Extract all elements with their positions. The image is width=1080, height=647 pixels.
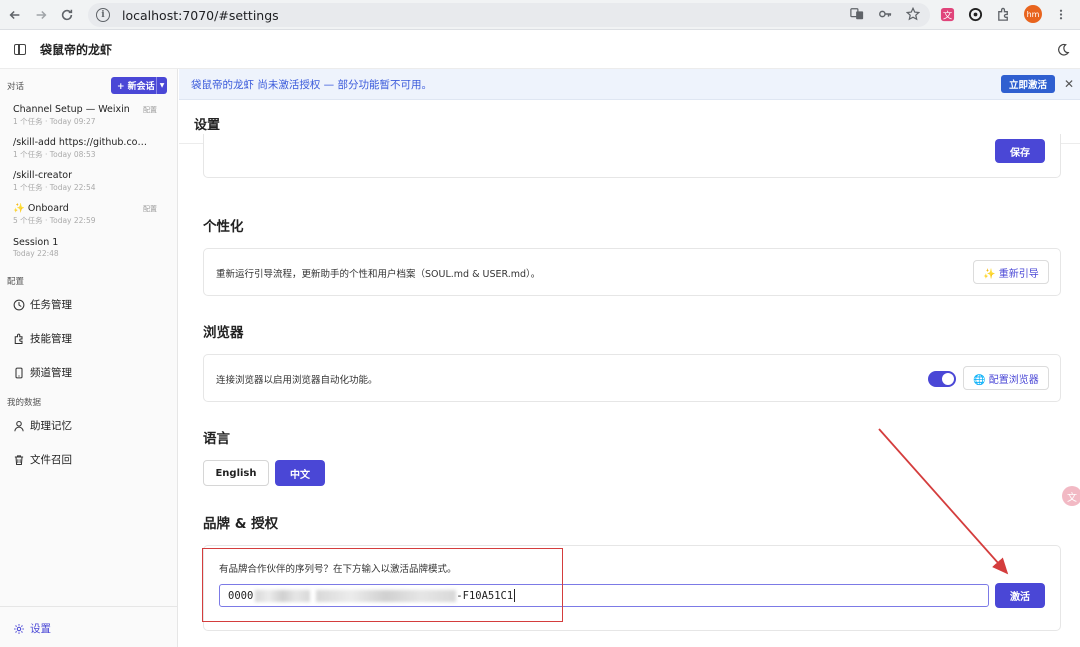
address-bar[interactable]: i localhost:7070/#settings [88,3,930,27]
sidebar-item-channels[interactable]: 频道管理 [13,365,72,380]
browser-description: 连接浏览器以启用浏览器自动化功能。 [216,375,378,386]
browser-menu-icon[interactable] [1055,7,1067,22]
sidebar-toggle-icon[interactable] [14,44,26,55]
language-heading: 语言 [203,431,230,447]
config-section-label: 配置 [7,277,25,287]
gear-icon [14,623,24,634]
new-chat-label: + 新会话 [117,82,155,92]
floating-assistant-icon[interactable]: 文 [1062,486,1080,506]
personalization-card: 重新运行引导流程，更新助手的个性和用户档案（SOUL.md & USER.md）… [203,248,1061,296]
translate-icon[interactable] [850,7,864,21]
configure-browser-button[interactable]: 🌐 配置浏览器 [963,366,1049,390]
license-banner-message: 袋鼠帝的龙虾 尚未激活授权 — 部分功能暂不可用。 [191,78,433,91]
conversation-meta: 1 个任务 · Today 22:54 [13,183,96,192]
sidebar-item-label: 文件召回 [30,454,72,466]
site-info-icon[interactable]: i [96,8,110,22]
sidebar-item-label: 频道管理 [30,367,72,379]
extensions-puzzle-icon[interactable] [996,7,1011,22]
license-banner: 袋鼠帝的龙虾 尚未激活授权 — 部分功能暂不可用。 立即激活 ✕ [179,69,1080,100]
personalization-description: 重新运行引导流程，更新助手的个性和用户档案（SOUL.md & USER.md）… [216,269,541,280]
sidebar-item-settings[interactable]: 设置 [13,621,51,636]
sidebar-item-tasks[interactable]: 任务管理 [13,297,72,312]
browser-toolbar: i localhost:7070/#settings 文 hm [0,0,1080,30]
conversation-item[interactable]: /skill-creator 1 个任务 · Today 22:54 [13,170,173,193]
activate-serial-button[interactable]: 激活 [995,583,1045,608]
new-chat-dropdown-icon[interactable]: ▼ [156,77,167,94]
dark-mode-moon-icon[interactable] [1056,43,1070,57]
conversation-meta: 1 个任务 · Today 09:27 [13,117,96,126]
sidebar-item-label: 技能管理 [30,333,72,345]
svg-text:文: 文 [943,9,953,21]
back-icon[interactable] [2,2,28,28]
re-onboard-button[interactable]: ✨ 重新引导 [973,260,1049,284]
new-chat-button[interactable]: + 新会话 ▼ [111,77,167,94]
conversations-label: 对话 [7,82,25,92]
clock-icon [13,299,25,310]
sidebar: 对话 + 新会话 ▼ Channel Setup — Weixin 1 个任务 … [0,69,178,647]
sidebar-item-label: 助理记忆 [30,420,72,432]
extension-openai-icon[interactable] [968,7,983,22]
trash-icon [14,454,24,465]
url-text: localhost:7070/#settings [122,7,279,23]
data-section-label: 我的数据 [7,398,42,408]
close-icon[interactable]: ✕ [1064,77,1074,91]
sidebar-footer: 设置 [0,606,178,647]
sidebar-item-skills[interactable]: 技能管理 [13,331,72,346]
sidebar-item-label: 任务管理 [30,299,72,311]
browser-toggle[interactable] [928,371,956,387]
profile-avatar[interactable]: hm [1024,5,1042,23]
sidebar-item-memory[interactable]: 助理记忆 [13,418,72,433]
conversation-meta: 5 个任务 · Today 22:59 [13,216,96,225]
key-icon[interactable] [878,7,892,21]
conversation-title: ✨ Onboard [13,203,69,214]
conversation-item[interactable]: Session 1 Today 22:48 [13,237,173,258]
conversation-tag: 配置 [143,106,157,114]
puzzle-icon [14,333,23,344]
bookmark-star-icon[interactable] [906,7,920,21]
save-button[interactable]: 保存 [995,139,1045,163]
app-title: 袋鼠帝的龙虾 [40,43,113,57]
page-title: 设置 [194,118,221,133]
sidebar-item-files[interactable]: 文件召回 [13,452,72,467]
user-icon [14,420,24,431]
personalization-heading: 个性化 [203,219,244,235]
conversation-title: /skill-add https://github.com/... [13,137,149,148]
forward-icon[interactable] [28,2,54,28]
language-option-english[interactable]: English [203,460,269,486]
conversation-title: Session 1 [13,237,59,248]
conversation-meta: Today 22:48 [13,249,59,258]
conversation-title: /skill-creator [13,170,73,181]
sidebar-item-label: 设置 [30,623,51,635]
reload-icon[interactable] [54,2,80,28]
activate-now-button[interactable]: 立即激活 [1001,75,1055,93]
conversation-tag: 配置 [143,205,157,213]
conversation-item[interactable]: /skill-add https://github.com/... 1 个任务 … [13,137,173,160]
conversation-title: Channel Setup — Weixin [13,104,130,115]
language-option-chinese[interactable]: 中文 [275,460,325,486]
browser-heading: 浏览器 [203,325,244,341]
conversations-header: 对话 + 新会话 ▼ [0,77,178,95]
extension-translate-icon[interactable]: 文 [940,7,955,22]
phone-icon [15,367,23,378]
conversation-item[interactable]: Channel Setup — Weixin 1 个任务 · Today 09:… [13,104,173,127]
annotation-highlight-box [202,548,563,622]
app-header: 袋鼠帝的龙虾 [0,31,1080,69]
branding-heading: 品牌 & 授权 [203,516,279,532]
conversation-meta: 1 个任务 · Today 08:53 [13,150,96,159]
conversation-item[interactable]: ✨ Onboard 5 个任务 · Today 22:59 配置 [13,203,173,226]
previous-section-card: 保存 [203,134,1061,178]
